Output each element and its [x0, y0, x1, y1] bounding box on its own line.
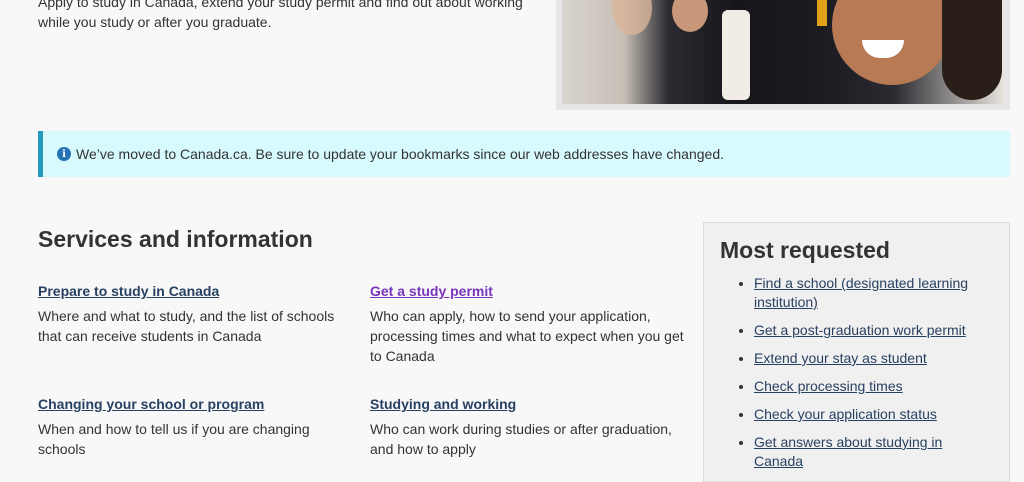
graduates-photo [562, 0, 1004, 104]
prepare-to-study-link[interactable]: Prepare to study in Canada [38, 281, 338, 301]
photo-tassel [817, 0, 827, 26]
info-icon: i [57, 147, 71, 161]
most-requested-heading: Most requested [720, 237, 890, 263]
intro-text: Apply to study in Canada, extend your st… [38, 0, 538, 32]
studying-working-link[interactable]: Studying and working [370, 394, 675, 414]
hero-image [556, 0, 1010, 110]
find-school-link[interactable]: Find a school (designated learning insti… [754, 275, 968, 310]
service-studying-working: Studying and working Who can work during… [370, 394, 675, 459]
most-requested-panel: Most requested Find a school (designated… [703, 222, 1010, 482]
list-item: Find a school (designated learning insti… [754, 274, 993, 312]
extend-stay-link[interactable]: Extend your stay as student [754, 350, 927, 366]
studying-answers-link[interactable]: Get answers about studying in Canada [754, 434, 942, 469]
intro-line-1: Apply to study in Canada, extend your st… [38, 0, 523, 10]
prepare-to-study-desc: Where and what to study, and the list of… [38, 308, 335, 344]
application-status-link[interactable]: Check your application status [754, 406, 937, 422]
service-prepare: Prepare to study in Canada Where and wha… [38, 281, 338, 346]
moved-notice-text: We’ve moved to Canada.ca. Be sure to upd… [76, 146, 725, 162]
list-item: Extend your stay as student [754, 349, 993, 368]
list-item: Get answers about studying in Canada [754, 433, 993, 471]
get-study-permit-desc: Who can apply, how to send your applicat… [370, 308, 684, 364]
service-study-permit: Get a study permit Who can apply, how to… [370, 281, 685, 366]
most-requested-list: Find a school (designated learning insti… [720, 274, 993, 471]
moved-notice: i We’ve moved to Canada.ca. Be sure to u… [38, 131, 1010, 177]
photo-person-2 [672, 0, 708, 32]
get-study-permit-link[interactable]: Get a study permit [370, 281, 685, 301]
post-graduation-permit-link[interactable]: Get a post-graduation work permit [754, 322, 966, 338]
photo-hair [942, 0, 1002, 100]
studying-working-desc: Who can work during studies or after gra… [370, 421, 672, 457]
photo-person-1 [612, 0, 652, 35]
service-changing-school: Changing your school or program When and… [38, 394, 328, 459]
services-heading: Services and information [38, 226, 313, 252]
processing-times-link[interactable]: Check processing times [754, 378, 903, 394]
changing-school-desc: When and how to tell us if you are chang… [38, 421, 310, 457]
list-item: Check processing times [754, 377, 993, 396]
photo-diploma [722, 10, 750, 100]
list-item: Check your application status [754, 405, 993, 424]
list-item: Get a post-graduation work permit [754, 321, 993, 340]
changing-school-link[interactable]: Changing your school or program [38, 394, 328, 414]
intro-line-2: while you study or after you graduate. [38, 14, 272, 30]
